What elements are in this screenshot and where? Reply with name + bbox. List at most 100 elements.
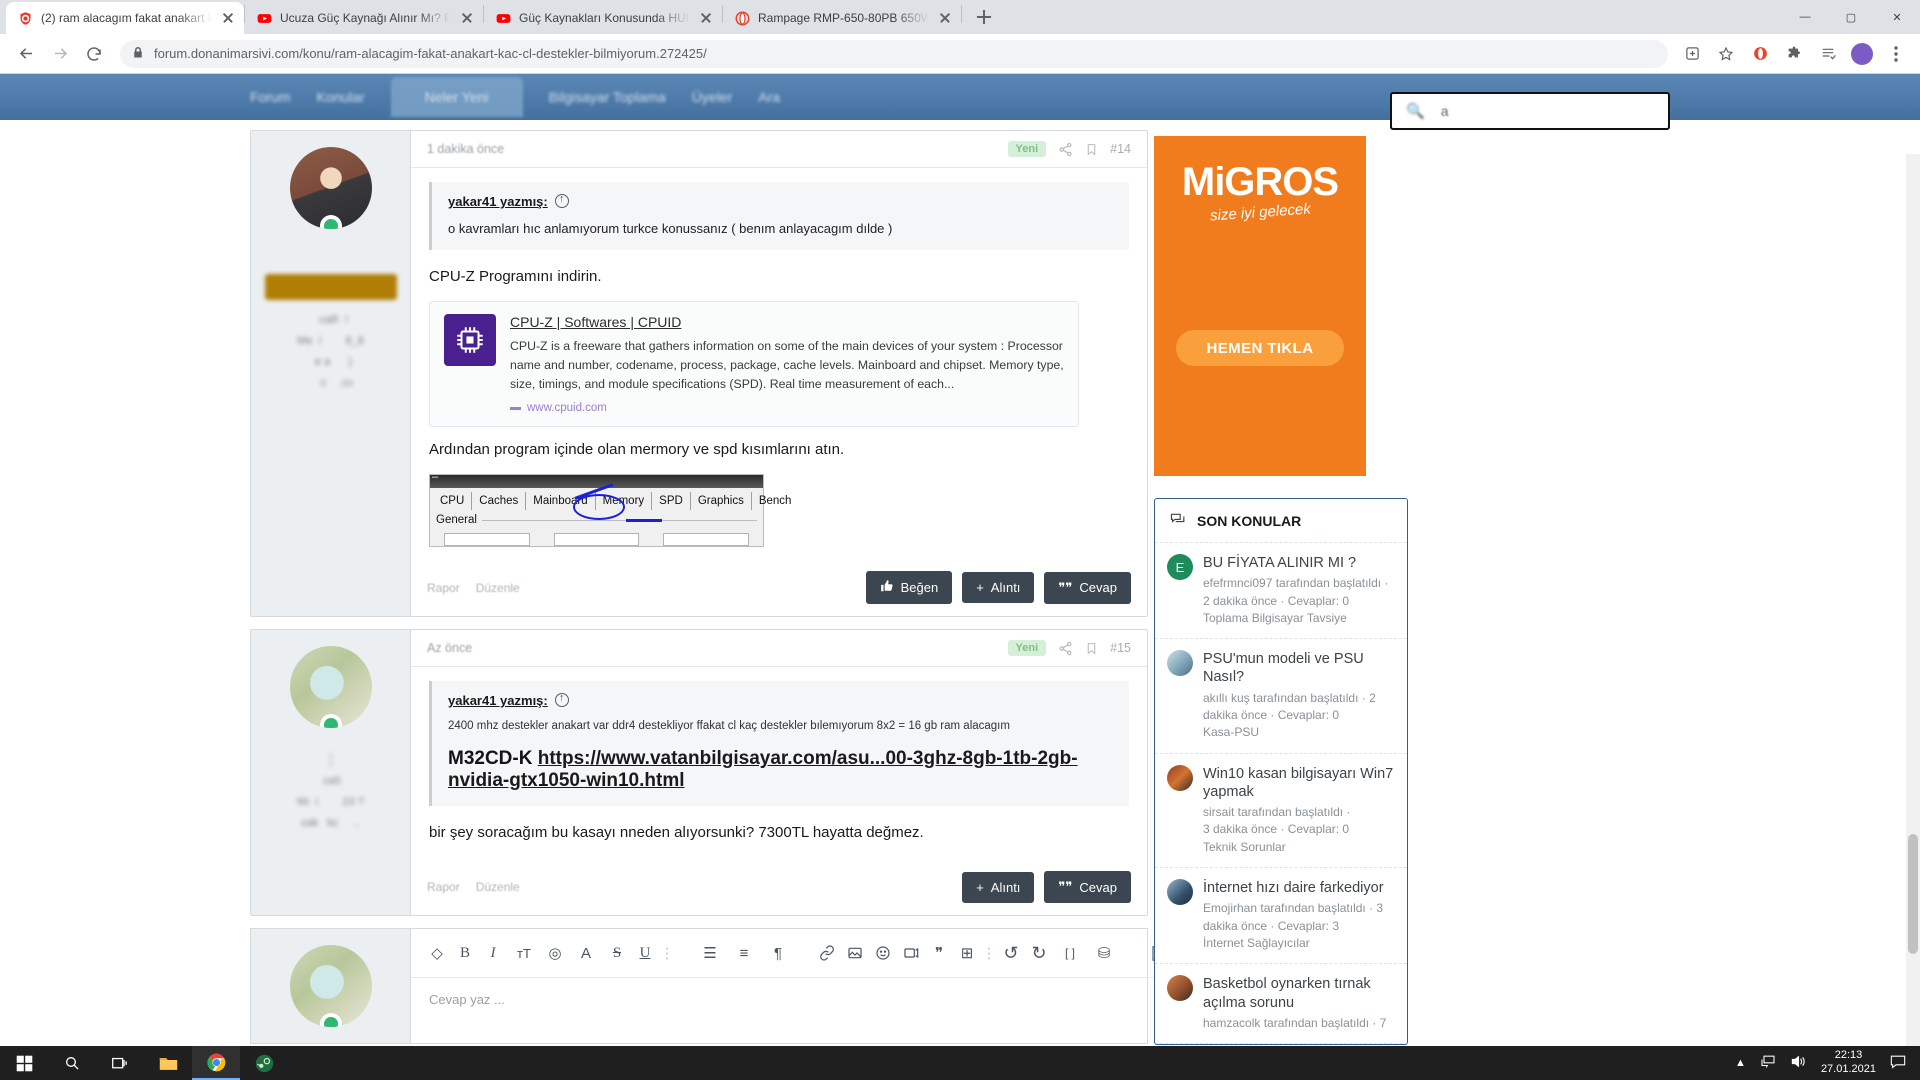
list-item[interactable]: E BU FİYATA ALINIR MI ? efefrmnci097 tar… <box>1155 543 1407 640</box>
thread-title[interactable]: Basketbol oynarken tırnak açılma sorunu <box>1203 975 1395 1011</box>
forward-arrow-icon[interactable] <box>44 38 76 70</box>
table-icon[interactable]: ⊞ <box>953 939 981 967</box>
list-item[interactable]: Basketbol oynarken tırnak açılma sorunu … <box>1155 964 1407 1045</box>
report-link[interactable]: Rapor <box>427 880 460 894</box>
migros-ad-banner[interactable]: MiGROS size iyi gelecek HEMEN TIKLA <box>1154 136 1366 476</box>
sitenav-item-forum[interactable]: Forum <box>250 89 290 105</box>
new-tab-button[interactable] <box>970 3 998 31</box>
quote-author-link[interactable]: yakar41 yazmış: <box>448 693 548 708</box>
sitenav-item-bilgisayar-toplama[interactable]: Bilgisayar Toplama <box>549 89 666 105</box>
font-family-icon[interactable]: A <box>569 939 603 967</box>
jump-to-post-icon[interactable] <box>555 193 570 208</box>
strikethrough-icon[interactable]: S <box>603 939 631 967</box>
address-bar[interactable]: forum.donanimarsivi.com/konu/ram-alacagi… <box>120 39 1668 68</box>
list-item[interactable]: Win10 kasan bilgisayarı Win7 yapmak sirs… <box>1155 754 1407 869</box>
reply-textarea[interactable]: Cevap yaz ... <box>411 978 1183 1021</box>
bold-icon[interactable]: B <box>451 939 479 967</box>
like-button[interactable]: Beğen <box>865 571 953 605</box>
quote-author-link[interactable]: yakar41 yazmış: <box>448 194 548 209</box>
browser-tab-2[interactable]: Ucuza Güç Kaynağı Alınır Mı? Fris <box>245 2 483 34</box>
image-icon[interactable] <box>841 939 869 967</box>
share-icon[interactable] <box>1058 142 1073 157</box>
avatar[interactable] <box>289 945 372 1028</box>
three-dot-menu-icon[interactable] <box>1882 40 1910 68</box>
scrollbar-thumb[interactable] <box>1908 834 1918 954</box>
bullet-list-icon[interactable]: ☰ <box>693 939 727 967</box>
maximize-button[interactable]: ▢ <box>1828 0 1874 34</box>
task-view-icon[interactable] <box>96 1046 144 1080</box>
edit-link[interactable]: Düzenle <box>476 880 520 894</box>
share-icon[interactable] <box>1058 641 1073 656</box>
avatar[interactable] <box>1848 40 1876 68</box>
thread-title[interactable]: Win10 kasan bilgisayarı Win7 yapmak <box>1203 765 1395 801</box>
undo-icon[interactable]: ↺ <box>997 939 1025 967</box>
link-icon[interactable] <box>813 939 841 967</box>
link-card-title[interactable]: CPU-Z | Softwares | CPUID <box>510 314 1064 330</box>
quote-button[interactable]: + Alıntı <box>962 871 1035 903</box>
remove-format-icon[interactable]: ◇ <box>423 939 451 967</box>
close-icon[interactable] <box>220 10 236 26</box>
sitenav-item-neler-yeni[interactable]: Neler Yeni <box>390 77 523 117</box>
reply-button[interactable]: ❞❞ Cevap <box>1044 571 1131 604</box>
more-options-icon[interactable]: ⋮ <box>981 939 997 967</box>
avatar[interactable]: E <box>1167 554 1193 580</box>
puzzle-extension-icon[interactable] <box>1780 40 1808 68</box>
avatar[interactable] <box>1167 764 1193 791</box>
bookmark-icon[interactable] <box>1085 641 1098 656</box>
avatar[interactable] <box>1167 650 1193 677</box>
close-icon[interactable] <box>459 10 475 26</box>
search-input[interactable]: 🔍 a <box>1390 92 1670 130</box>
sitenav-item-konular[interactable]: Konular <box>316 89 364 105</box>
align-icon[interactable]: ≡ <box>727 939 761 967</box>
link-preview-card[interactable]: CPU-Z | Softwares | CPUID CPU-Z is a fre… <box>429 301 1079 428</box>
thread-title[interactable]: PSU'mun modeli ve PSU Nasıl? <box>1203 650 1395 686</box>
report-link[interactable]: Rapor <box>427 581 460 595</box>
code-icon[interactable]: [ ] <box>1053 939 1087 967</box>
taskbar-clock[interactable]: 22:13 27.01.2021 <box>1821 1049 1876 1077</box>
windows-start-icon[interactable] <box>0 1046 48 1080</box>
underline-icon[interactable]: U <box>631 939 659 967</box>
text-color-icon[interactable]: ◎ <box>541 939 569 967</box>
minimize-button[interactable]: — <box>1782 0 1828 34</box>
bookmark-icon[interactable] <box>1085 142 1098 157</box>
opera-extension-icon[interactable] <box>1746 40 1774 68</box>
quote-button[interactable]: + Alıntı <box>962 572 1035 604</box>
post-number[interactable]: #14 <box>1110 142 1131 156</box>
thread-title[interactable]: İnternet hızı daire farkediyor <box>1203 879 1395 897</box>
drafts-icon[interactable]: ⛁ <box>1087 939 1121 967</box>
file-explorer-icon[interactable] <box>144 1046 192 1080</box>
avatar[interactable] <box>1167 975 1193 1002</box>
list-item[interactable]: İnternet hızı daire farkediyor Emojirhan… <box>1155 868 1407 965</box>
show-hidden-icons-icon[interactable]: ▲ <box>1735 1057 1746 1069</box>
ad-cta-button[interactable]: HEMEN TIKLA <box>1176 330 1344 366</box>
avatar[interactable] <box>1167 879 1193 906</box>
avatar[interactable] <box>289 147 372 229</box>
font-size-icon[interactable]: тT <box>507 939 541 967</box>
post-number[interactable]: #15 <box>1110 641 1131 655</box>
more-text-options-icon[interactable]: ⋮ <box>659 939 675 967</box>
list-item[interactable]: PSU'mun modeli ve PSU Nasıl? akıllı kuş … <box>1155 639 1407 754</box>
browser-tab-3[interactable]: Güç Kaynakları Konusunda HURA <box>484 2 722 34</box>
browser-tab-4[interactable]: Rampage RMP-650-80PB 650W 1 <box>723 2 961 34</box>
bookmark-star-icon[interactable] <box>1712 40 1740 68</box>
edit-link[interactable]: Düzenle <box>476 581 520 595</box>
back-arrow-icon[interactable] <box>10 38 42 70</box>
reply-button[interactable]: ❞❞ Cevap <box>1044 871 1131 904</box>
sitenav-item-uyeler[interactable]: Üyeler <box>692 89 732 105</box>
reload-icon[interactable] <box>78 38 110 70</box>
thread-title[interactable]: BU FİYATA ALINIR MI ? <box>1203 554 1395 572</box>
media-icon[interactable] <box>897 939 925 967</box>
search-icon[interactable] <box>48 1046 96 1080</box>
action-center-icon[interactable] <box>1890 1054 1906 1072</box>
close-window-button[interactable]: ✕ <box>1874 0 1920 34</box>
steam-icon[interactable] <box>240 1046 288 1080</box>
jump-to-post-icon[interactable] <box>555 692 570 708</box>
network-icon[interactable] <box>1760 1054 1776 1072</box>
paragraph-icon[interactable]: ¶ <box>761 939 795 967</box>
chrome-icon[interactable] <box>192 1046 240 1080</box>
quote-product-link[interactable]: https://www.vatanbilgisayar.com/asu...00… <box>448 748 1078 791</box>
volume-icon[interactable] <box>1790 1054 1807 1072</box>
redo-icon[interactable]: ↻ <box>1025 939 1053 967</box>
browser-tab-1[interactable]: (2) ram alacagım fakat anakart ka <box>6 2 244 34</box>
quote-icon[interactable]: ❞ <box>925 939 953 967</box>
